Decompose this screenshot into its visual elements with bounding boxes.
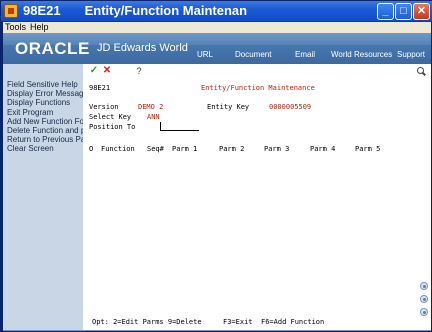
column-header-parm4: Parm 4 [310, 145, 336, 153]
column-header-parm1: Parm 1 [172, 145, 198, 153]
version-value: DEMO 2 [138, 103, 164, 111]
column-header-parm2: Parm 2 [219, 145, 245, 153]
link-support[interactable]: Support [397, 50, 425, 59]
ok-icon[interactable]: ✓ [89, 66, 99, 76]
application-window: 98E21 Entity/Function Maintenan _ □ ✕ Too… [0, 0, 432, 332]
sidebar-item-delete-function[interactable]: Delete Function and par [3, 126, 83, 135]
app-icon [4, 4, 18, 18]
sidebar-item-add-function[interactable]: Add New Function For E [3, 117, 83, 126]
scroll-up-button[interactable] [420, 282, 428, 290]
position-to-label: Position To [89, 123, 136, 131]
entity-key-value: 0000005509 [269, 103, 312, 111]
cancel-icon[interactable]: ✕ [102, 66, 112, 76]
menu-help[interactable]: Help [28, 22, 51, 33]
entity-key-label: Entity Key [207, 103, 250, 111]
link-email[interactable]: Email [295, 50, 315, 59]
close-button[interactable]: ✕ [413, 3, 430, 20]
footer-f3[interactable]: F3=Exit [223, 318, 253, 327]
column-header-parm5: Parm 5 [355, 145, 381, 153]
menu-tools[interactable]: Tools [3, 22, 28, 33]
maximize-button[interactable]: □ [395, 3, 412, 20]
window-bottom-border [3, 330, 431, 331]
title-bar: 98E21 Entity/Function Maintenan _ □ ✕ [1, 1, 432, 22]
version-label: Version [89, 103, 119, 111]
window-title: 98E21 Entity/Function Maintenan [23, 3, 247, 19]
minimize-button[interactable]: _ [377, 3, 394, 20]
sidebar-item-field-help[interactable]: Field Sensitive Help [3, 80, 83, 89]
program-id: 98E21 [23, 3, 61, 18]
scroll-more-button[interactable] [420, 308, 428, 316]
window-title-text: Entity/Function Maintenan [84, 3, 248, 18]
scroll-down-button[interactable] [420, 295, 428, 303]
link-url[interactable]: URL [197, 50, 213, 59]
sidebar-item-exit-program[interactable]: Exit Program [3, 108, 83, 117]
link-document[interactable]: Document [235, 50, 271, 59]
column-header-option: O [89, 145, 94, 153]
footer-f6[interactable]: F6=Add Function [261, 318, 324, 327]
form-heading: Entity/Function Maintenance [201, 84, 315, 92]
banner-links: URL Document Email World Resources Suppo… [3, 50, 431, 62]
position-to-input[interactable] [160, 122, 199, 131]
sidebar-item-error-message[interactable]: Display Error Message [3, 89, 83, 98]
form-program-id: 98E21 [89, 84, 111, 92]
sidebar-item-return-previous[interactable]: Return to Previous Pane [3, 135, 83, 144]
sidebar-item-clear-screen[interactable]: Clear Screen [3, 144, 83, 153]
select-key-label: Select Key [89, 113, 132, 121]
main-form: ✓ ✕ ? 98E21 Entity/Function Maintenance … [83, 64, 431, 331]
sidebar-item-display-functions[interactable]: Display Functions [3, 98, 83, 107]
select-key-value: ANN [147, 113, 160, 121]
oracle-banner: ORACLE JD Edwards World URL Document Ema… [3, 33, 431, 64]
column-header-seq: Seq# [147, 145, 164, 153]
search-icon[interactable] [417, 67, 426, 76]
column-header-parm3: Parm 3 [264, 145, 290, 153]
menu-bar: Tools Help [3, 22, 431, 33]
function-sidebar: Field Sensitive Help Display Error Messa… [3, 64, 83, 331]
link-world-resources[interactable]: World Resources [331, 50, 392, 59]
column-header-function: Function [101, 145, 135, 153]
help-icon[interactable]: ? [134, 66, 144, 76]
footer-options: Opt: 2=Edit Parms 9=Delete [92, 318, 202, 326]
